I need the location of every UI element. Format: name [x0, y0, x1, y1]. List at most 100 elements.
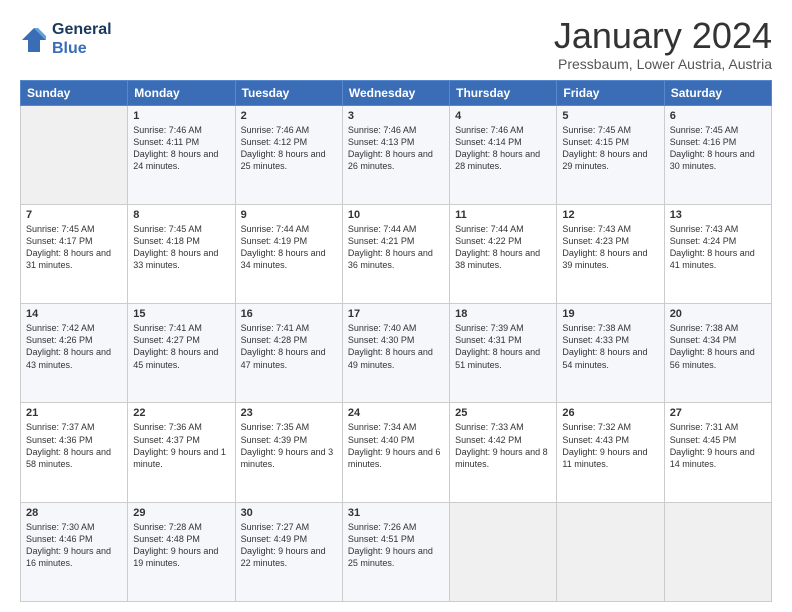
calendar-header-row: SundayMondayTuesdayWednesdayThursdayFrid… [21, 80, 772, 105]
day-number: 20 [670, 308, 766, 320]
calendar-cell: 11 Sunrise: 7:44 AM Sunset: 4:22 PM Dayli… [450, 204, 557, 303]
cell-info: Sunrise: 7:45 AM Sunset: 4:15 PM Dayligh… [562, 124, 658, 173]
calendar-cell [664, 502, 771, 601]
day-number: 5 [562, 110, 658, 122]
logo: General Blue [20, 20, 112, 58]
day-number: 27 [670, 407, 766, 419]
calendar-cell: 6 Sunrise: 7:45 AM Sunset: 4:16 PM Daylig… [664, 105, 771, 204]
day-number: 6 [670, 110, 766, 122]
calendar-cell: 19Sunrise: 7:38 AM Sunset: 4:33 PM Dayli… [557, 304, 664, 403]
day-number: 4 [455, 110, 551, 122]
cell-info: Sunrise: 7:27 AM Sunset: 4:49 PM Dayligh… [241, 521, 337, 570]
day-number: 21 [26, 407, 122, 419]
day-number: 18 [455, 308, 551, 320]
day-number: 23 [241, 407, 337, 419]
calendar-cell: 15Sunrise: 7:41 AM Sunset: 4:27 PM Dayli… [128, 304, 235, 403]
cell-info: Sunrise: 7:42 AM Sunset: 4:26 PM Dayligh… [26, 322, 122, 371]
day-number: 29 [133, 507, 229, 519]
cell-info: Sunrise: 7:38 AM Sunset: 4:34 PM Dayligh… [670, 322, 766, 371]
calendar-cell: 20 Sunrise: 7:38 AM Sunset: 4:34 PM Dayli… [664, 304, 771, 403]
day-number: 7 [26, 209, 122, 221]
day-number: 31 [348, 507, 444, 519]
calendar-cell: 31 Sunrise: 7:26 AM Sunset: 4:51 PM Dayli… [342, 502, 449, 601]
calendar-cell: 3Sunrise: 7:46 AM Sunset: 4:13 PM Daylig… [342, 105, 449, 204]
day-number: 22 [133, 407, 229, 419]
day-header-saturday: Saturday [664, 80, 771, 105]
day-header-friday: Friday [557, 80, 664, 105]
cell-info: Sunrise: 7:33 AM Sunset: 4:42 PM Dayligh… [455, 421, 551, 470]
cell-info: Sunrise: 7:45 AM Sunset: 4:18 PM Dayligh… [133, 223, 229, 272]
day-header-sunday: Sunday [21, 80, 128, 105]
month-title: January 2024 [554, 16, 772, 56]
calendar-cell: 1 Sunrise: 7:46 AM Sunset: 4:11 PM Daylig… [128, 105, 235, 204]
calendar-cell: 13 Sunrise: 7:43 AM Sunset: 4:24 PM Dayli… [664, 204, 771, 303]
day-number: 9 [241, 209, 337, 221]
calendar-cell: 26 Sunrise: 7:32 AM Sunset: 4:43 PM Dayli… [557, 403, 664, 502]
day-number: 26 [562, 407, 658, 419]
calendar-cell: 27 Sunrise: 7:31 AM Sunset: 4:45 PM Dayli… [664, 403, 771, 502]
cell-info: Sunrise: 7:28 AM Sunset: 4:48 PM Dayligh… [133, 521, 229, 570]
day-number: 8 [133, 209, 229, 221]
day-number: 19 [562, 308, 658, 320]
day-number: 1 [133, 110, 229, 122]
cell-info: Sunrise: 7:46 AM Sunset: 4:11 PM Dayligh… [133, 124, 229, 173]
day-number: 12 [562, 209, 658, 221]
calendar-cell: 5 Sunrise: 7:45 AM Sunset: 4:15 PM Daylig… [557, 105, 664, 204]
logo-text: General Blue [52, 20, 112, 58]
cell-info: Sunrise: 7:37 AM Sunset: 4:36 PM Dayligh… [26, 421, 122, 470]
cell-info: Sunrise: 7:35 AM Sunset: 4:39 PM Dayligh… [241, 421, 337, 470]
cell-info: Sunrise: 7:46 AM Sunset: 4:14 PM Dayligh… [455, 124, 551, 173]
day-number: 15 [133, 308, 229, 320]
cell-info: Sunrise: 7:45 AM Sunset: 4:16 PM Dayligh… [670, 124, 766, 173]
calendar-week-3: 14Sunrise: 7:42 AM Sunset: 4:26 PM Dayli… [21, 304, 772, 403]
day-number: 3 [348, 110, 444, 122]
cell-info: Sunrise: 7:46 AM Sunset: 4:12 PM Dayligh… [241, 124, 337, 173]
cell-info: Sunrise: 7:26 AM Sunset: 4:51 PM Dayligh… [348, 521, 444, 570]
calendar-table: SundayMondayTuesdayWednesdayThursdayFrid… [20, 80, 772, 602]
calendar-cell: 25Sunrise: 7:33 AM Sunset: 4:42 PM Dayli… [450, 403, 557, 502]
cell-info: Sunrise: 7:36 AM Sunset: 4:37 PM Dayligh… [133, 421, 229, 470]
title-area: January 2024 Pressbaum, Lower Austria, A… [554, 16, 772, 72]
calendar-cell: 2 Sunrise: 7:46 AM Sunset: 4:12 PM Daylig… [235, 105, 342, 204]
cell-info: Sunrise: 7:30 AM Sunset: 4:46 PM Dayligh… [26, 521, 122, 570]
calendar-cell: 21 Sunrise: 7:37 AM Sunset: 4:36 PM Dayli… [21, 403, 128, 502]
calendar-cell: 24 Sunrise: 7:34 AM Sunset: 4:40 PM Dayli… [342, 403, 449, 502]
day-header-monday: Monday [128, 80, 235, 105]
cell-info: Sunrise: 7:44 AM Sunset: 4:19 PM Dayligh… [241, 223, 337, 272]
cell-info: Sunrise: 7:32 AM Sunset: 4:43 PM Dayligh… [562, 421, 658, 470]
day-number: 16 [241, 308, 337, 320]
calendar-cell: 16 Sunrise: 7:41 AM Sunset: 4:28 PM Dayli… [235, 304, 342, 403]
calendar-cell: 8 Sunrise: 7:45 AM Sunset: 4:18 PM Daylig… [128, 204, 235, 303]
day-number: 11 [455, 209, 551, 221]
location: Pressbaum, Lower Austria, Austria [554, 56, 772, 72]
cell-info: Sunrise: 7:44 AM Sunset: 4:22 PM Dayligh… [455, 223, 551, 272]
header: General Blue January 2024 Pressbaum, Low… [20, 16, 772, 72]
calendar-week-2: 7Sunrise: 7:45 AM Sunset: 4:17 PM Daylig… [21, 204, 772, 303]
day-number: 30 [241, 507, 337, 519]
calendar-cell: 29 Sunrise: 7:28 AM Sunset: 4:48 PM Dayli… [128, 502, 235, 601]
cell-info: Sunrise: 7:31 AM Sunset: 4:45 PM Dayligh… [670, 421, 766, 470]
calendar-cell: 14Sunrise: 7:42 AM Sunset: 4:26 PM Dayli… [21, 304, 128, 403]
calendar-cell: 10Sunrise: 7:44 AM Sunset: 4:21 PM Dayli… [342, 204, 449, 303]
calendar-cell: 12 Sunrise: 7:43 AM Sunset: 4:23 PM Dayli… [557, 204, 664, 303]
calendar-cell: 7Sunrise: 7:45 AM Sunset: 4:17 PM Daylig… [21, 204, 128, 303]
calendar-cell: 30 Sunrise: 7:27 AM Sunset: 4:49 PM Dayli… [235, 502, 342, 601]
day-number: 17 [348, 308, 444, 320]
calendar-cell: 4 Sunrise: 7:46 AM Sunset: 4:14 PM Daylig… [450, 105, 557, 204]
day-number: 2 [241, 110, 337, 122]
calendar-cell: 22 Sunrise: 7:36 AM Sunset: 4:37 PM Dayli… [128, 403, 235, 502]
cell-info: Sunrise: 7:43 AM Sunset: 4:24 PM Dayligh… [670, 223, 766, 272]
day-number: 13 [670, 209, 766, 221]
calendar-week-1: 1 Sunrise: 7:46 AM Sunset: 4:11 PM Daylig… [21, 105, 772, 204]
cell-info: Sunrise: 7:34 AM Sunset: 4:40 PM Dayligh… [348, 421, 444, 470]
day-header-thursday: Thursday [450, 80, 557, 105]
page: General Blue January 2024 Pressbaum, Low… [0, 0, 792, 612]
calendar-cell [450, 502, 557, 601]
day-number: 24 [348, 407, 444, 419]
calendar-cell [557, 502, 664, 601]
cell-info: Sunrise: 7:41 AM Sunset: 4:28 PM Dayligh… [241, 322, 337, 371]
cell-info: Sunrise: 7:43 AM Sunset: 4:23 PM Dayligh… [562, 223, 658, 272]
day-header-wednesday: Wednesday [342, 80, 449, 105]
logo-icon [20, 26, 48, 54]
cell-info: Sunrise: 7:39 AM Sunset: 4:31 PM Dayligh… [455, 322, 551, 371]
